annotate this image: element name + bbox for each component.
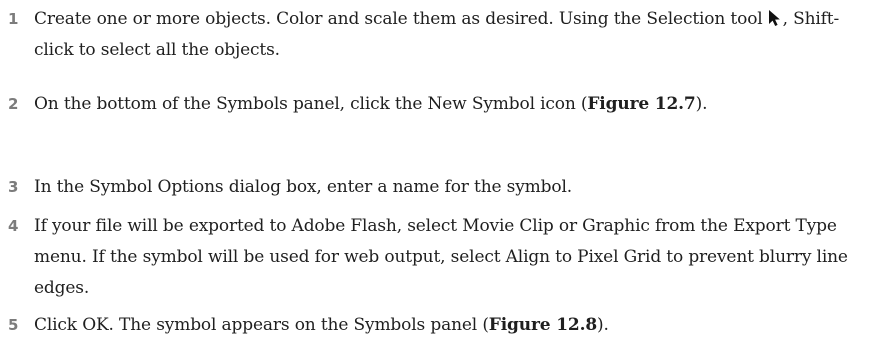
step-text-part: Create one or more objects. Color and sc… [34,9,763,29]
step-text: In the Symbol Options dialog box, enter … [34,177,573,197]
step-text: Click OK. The symbol appears on the Symb… [34,310,864,341]
step-text-part: On the bottom of the Symbols panel, clic… [34,94,588,114]
step-text: Create one or more objects. Color and sc… [34,4,864,66]
step-number: 1 [8,10,19,28]
step-number: 5 [8,316,19,334]
figure-reference: Figure 12.8 [488,315,598,335]
selection-tool-arrow-icon [768,10,780,26]
step-text-part: ). [695,94,708,114]
step-number: 3 [8,178,19,196]
step-text-part: ). [597,315,609,335]
step-number: 2 [8,95,19,113]
figure-reference: Figure 12.7 [587,94,696,114]
step-text-part: Click OK. The symbol appears on the Symb… [34,315,489,335]
step-text: On the bottom of the Symbols panel, clic… [34,89,864,120]
step-number: 4 [8,217,19,235]
step-text: If your file will be exported to Adobe F… [34,216,848,298]
